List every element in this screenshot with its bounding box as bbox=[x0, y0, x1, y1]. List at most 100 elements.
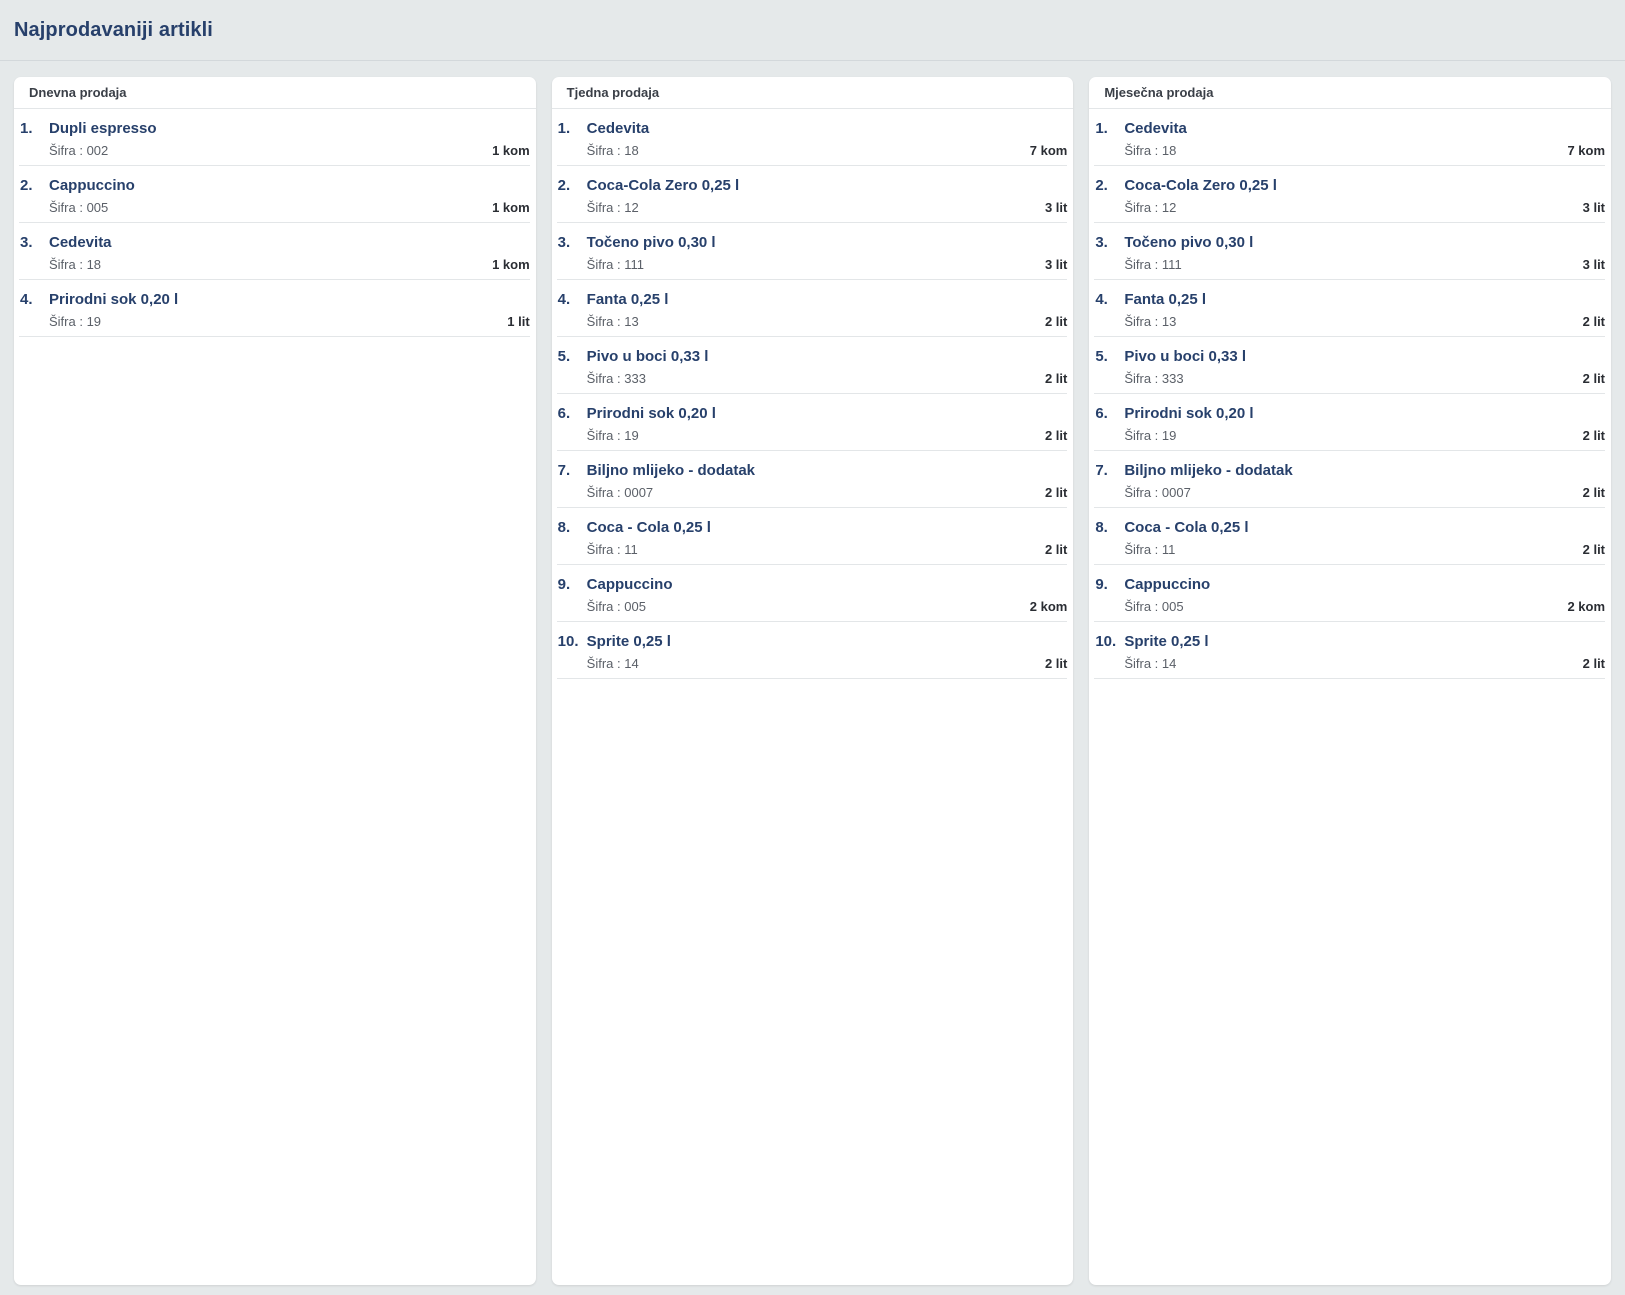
item-details: Šifra : 11 2 lit bbox=[587, 542, 1068, 557]
item-code: Šifra : 18 bbox=[586, 143, 639, 158]
item-quantity: 7 kom bbox=[1567, 143, 1606, 158]
item-name: Coca - Cola 0,25 l bbox=[586, 519, 711, 536]
item-content: Cedevita Šifra : 18 7 kom bbox=[1124, 120, 1605, 165]
item-name: Coca - Cola 0,25 l bbox=[1124, 519, 1249, 536]
item-quantity: 1 kom bbox=[492, 143, 530, 158]
item-code: Šifra : 14 bbox=[586, 656, 639, 671]
page-header: Najprodavaniji artikli bbox=[0, 0, 1625, 61]
item-name: Prirodni sok 0,20 l bbox=[1124, 405, 1254, 422]
item-content: Prirodni sok 0,20 l Šifra : 19 2 lit bbox=[1124, 405, 1605, 450]
item-list: 1. Cedevita Šifra : 18 7 kom 2. Coca-Cola Zer… bbox=[1089, 109, 1611, 679]
item-rank: 2. bbox=[1095, 177, 1108, 194]
item-quantity: 2 lit bbox=[1044, 314, 1068, 329]
item-name: Fanta 0,25 l bbox=[586, 291, 669, 308]
item-code: Šifra : 111 bbox=[586, 257, 644, 272]
item-quantity: 3 lit bbox=[1044, 200, 1068, 215]
item-details: Šifra : 005 2 kom bbox=[587, 599, 1068, 614]
item-quantity: 2 lit bbox=[1582, 428, 1606, 443]
list-item: 2. Coca-Cola Zero 0,25 l Šifra : 12 3 lit bbox=[1094, 166, 1606, 223]
item-quantity: 2 lit bbox=[1044, 542, 1068, 557]
item-code: Šifra : 111 bbox=[1124, 257, 1182, 272]
item-name: Dupli espresso bbox=[49, 120, 157, 137]
list-item: 7. Biljno mlijeko - dodatak Šifra : 0007 2 … bbox=[556, 451, 1068, 508]
item-rank: 3. bbox=[1095, 234, 1108, 251]
item-content: Točeno pivo 0,30 l Šifra : 111 3 lit bbox=[587, 234, 1068, 279]
item-content: Prirodni sok 0,20 l Šifra : 19 2 lit bbox=[587, 405, 1068, 450]
item-code: Šifra : 12 bbox=[1124, 200, 1177, 215]
item-content: Cappuccino Šifra : 005 2 kom bbox=[587, 576, 1068, 621]
item-details: Šifra : 18 7 kom bbox=[1124, 143, 1605, 158]
item-name: Biljno mlijeko - dodatak bbox=[586, 462, 756, 479]
item-quantity: 2 lit bbox=[1044, 371, 1068, 386]
item-name: Točeno pivo 0,30 l bbox=[586, 234, 716, 251]
item-quantity: 2 kom bbox=[1029, 599, 1068, 614]
list-item: 8. Coca - Cola 0,25 l Šifra : 11 2 lit bbox=[556, 508, 1068, 565]
item-details: Šifra : 12 3 lit bbox=[1124, 200, 1605, 215]
item-code: Šifra : 13 bbox=[586, 314, 639, 329]
item-details: Šifra : 333 2 lit bbox=[1124, 371, 1605, 386]
item-name: Cappuccino bbox=[49, 177, 135, 194]
item-name: Fanta 0,25 l bbox=[1124, 291, 1207, 308]
item-content: Fanta 0,25 l Šifra : 13 2 lit bbox=[1124, 291, 1605, 336]
item-content: Coca-Cola Zero 0,25 l Šifra : 12 3 lit bbox=[587, 177, 1068, 222]
item-details: Šifra : 14 2 lit bbox=[1124, 656, 1605, 671]
item-list: 1. Cedevita Šifra : 18 7 kom 2. Coca-Cola Zer… bbox=[552, 109, 1074, 679]
item-rank: 6. bbox=[1095, 405, 1108, 422]
list-item: 7. Biljno mlijeko - dodatak Šifra : 0007 2 … bbox=[1094, 451, 1606, 508]
list-item: 1. Cedevita Šifra : 18 7 kom bbox=[556, 109, 1068, 166]
item-rank: 5. bbox=[1095, 348, 1108, 365]
list-item: 4. Prirodni sok 0,20 l Šifra : 19 1 lit bbox=[19, 280, 530, 337]
item-code: Šifra : 18 bbox=[1124, 143, 1177, 158]
item-rank: 2. bbox=[557, 177, 571, 194]
item-quantity: 3 lit bbox=[1582, 257, 1606, 272]
item-rank: 7. bbox=[1095, 462, 1108, 479]
item-content: Točeno pivo 0,30 l Šifra : 111 3 lit bbox=[1124, 234, 1605, 279]
item-code: Šifra : 13 bbox=[1124, 314, 1177, 329]
item-rank: 10. bbox=[1095, 633, 1117, 650]
item-rank: 4. bbox=[1095, 291, 1108, 308]
item-code: Šifra : 19 bbox=[586, 428, 639, 443]
item-content: Biljno mlijeko - dodatak Šifra : 0007 2 li… bbox=[587, 462, 1068, 507]
item-details: Šifra : 13 2 lit bbox=[587, 314, 1068, 329]
item-details: Šifra : 13 2 lit bbox=[1124, 314, 1605, 329]
list-item: 3. Točeno pivo 0,30 l Šifra : 111 3 lit bbox=[556, 223, 1068, 280]
list-item: 1. Cedevita Šifra : 18 7 kom bbox=[1094, 109, 1606, 166]
item-quantity: 2 lit bbox=[1044, 656, 1068, 671]
item-rank: 7. bbox=[557, 462, 571, 479]
card-header: Dnevna prodaja bbox=[14, 77, 536, 109]
item-content: Coca - Cola 0,25 l Šifra : 11 2 lit bbox=[1124, 519, 1605, 564]
item-content: Coca-Cola Zero 0,25 l Šifra : 12 3 lit bbox=[1124, 177, 1605, 222]
item-rank: 5. bbox=[557, 348, 571, 365]
list-item: 9. Cappuccino Šifra : 005 2 kom bbox=[1094, 565, 1606, 622]
item-name: Coca-Cola Zero 0,25 l bbox=[586, 177, 740, 194]
weekly-sales-card: Tjedna prodaja 1. Cedevita Šifra : 18 7 kom… bbox=[551, 77, 1074, 1285]
item-code: Šifra : 11 bbox=[1124, 542, 1176, 557]
item-content: Prirodni sok 0,20 l Šifra : 19 1 lit bbox=[49, 291, 530, 336]
item-rank: 6. bbox=[557, 405, 571, 422]
item-details: Šifra : 0007 2 lit bbox=[1124, 485, 1605, 500]
item-content: Cedevita Šifra : 18 7 kom bbox=[587, 120, 1068, 165]
item-name: Prirodni sok 0,20 l bbox=[49, 291, 179, 308]
list-item: 5. Pivo u boci 0,33 l Šifra : 333 2 lit bbox=[1094, 337, 1606, 394]
list-item: 8. Coca - Cola 0,25 l Šifra : 11 2 lit bbox=[1094, 508, 1606, 565]
item-code: Šifra : 005 bbox=[1124, 599, 1184, 614]
item-name: Pivo u boci 0,33 l bbox=[1124, 348, 1247, 365]
item-quantity: 2 lit bbox=[1582, 314, 1606, 329]
item-quantity: 3 lit bbox=[1044, 257, 1068, 272]
item-details: Šifra : 111 3 lit bbox=[587, 257, 1068, 272]
item-rank: 4. bbox=[557, 291, 571, 308]
item-content: Fanta 0,25 l Šifra : 13 2 lit bbox=[587, 291, 1068, 336]
item-quantity: 2 lit bbox=[1582, 542, 1606, 557]
item-code: Šifra : 19 bbox=[49, 314, 102, 329]
item-rank: 1. bbox=[557, 120, 571, 137]
item-name: Cedevita bbox=[1124, 120, 1187, 137]
item-name: Sprite 0,25 l bbox=[586, 633, 671, 650]
item-details: Šifra : 005 1 kom bbox=[49, 200, 530, 215]
item-content: Coca - Cola 0,25 l Šifra : 11 2 lit bbox=[587, 519, 1068, 564]
item-name: Cappuccino bbox=[586, 576, 673, 593]
item-code: Šifra : 18 bbox=[49, 257, 102, 272]
item-content: Cappuccino Šifra : 005 2 kom bbox=[1124, 576, 1605, 621]
item-name: Sprite 0,25 l bbox=[1124, 633, 1209, 650]
item-rank: 8. bbox=[557, 519, 571, 536]
card-header: Tjedna prodaja bbox=[551, 77, 1074, 109]
